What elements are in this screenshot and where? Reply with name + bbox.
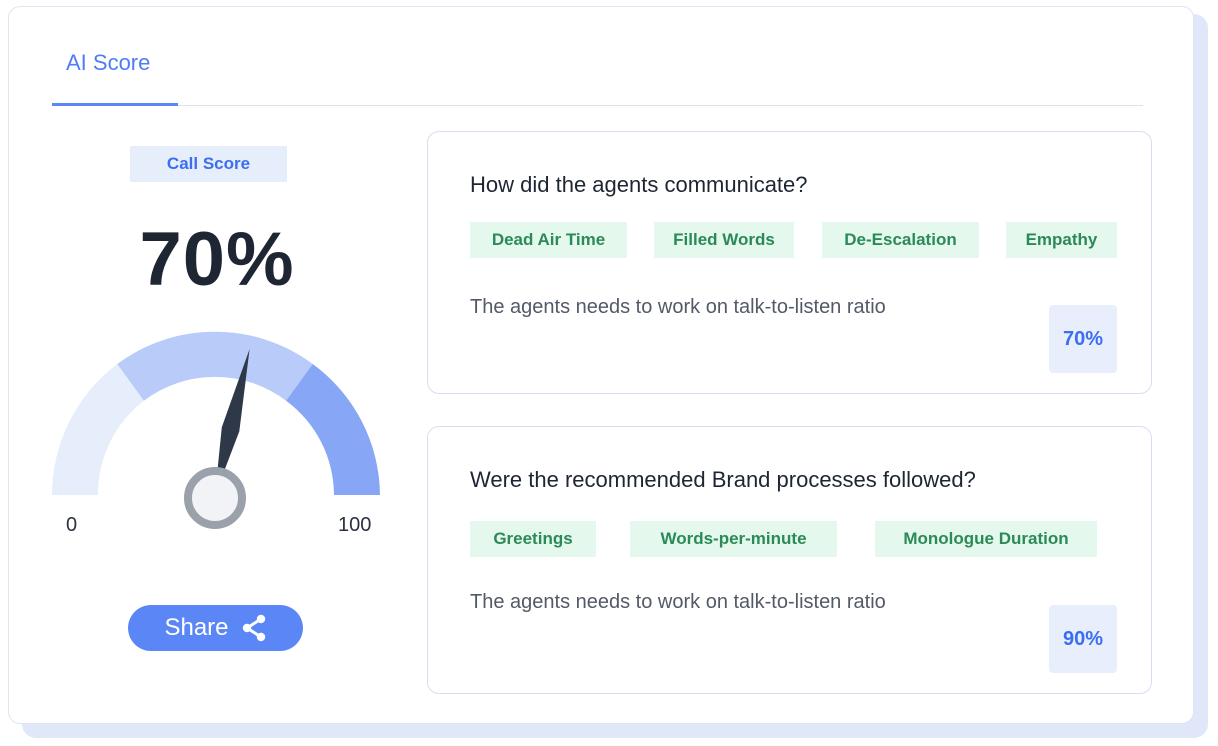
gauge-min-label: 0 <box>66 514 78 536</box>
tab-active-underline <box>52 103 178 106</box>
panel-score: 70% <box>1049 305 1117 373</box>
brand-process-panel: Were the recommended Brand processes fol… <box>427 426 1152 694</box>
tag-empathy[interactable]: Empathy <box>1006 222 1117 258</box>
gauge-segment-low <box>51 364 144 495</box>
panel-note: The agents needs to work on talk-to-list… <box>470 591 886 613</box>
panel-title: Were the recommended Brand processes fol… <box>470 467 976 492</box>
tag-monologue-duration[interactable]: Monologue Duration <box>875 521 1097 557</box>
panel-title: How did the agents communicate? <box>470 172 808 197</box>
share-button-label: Share <box>164 614 229 641</box>
panel-note: The agents needs to work on talk-to-list… <box>470 296 886 318</box>
panel-score: 90% <box>1049 605 1117 673</box>
call-score-badge: Call Score <box>130 146 287 182</box>
tag-words-per-minute[interactable]: Words-per-minute <box>630 521 837 557</box>
tab-label: AI Score <box>66 50 151 75</box>
gauge-segment-mid <box>117 331 313 401</box>
tag-filled-words[interactable]: Filled Words <box>654 222 794 258</box>
tab-divider <box>178 105 1143 106</box>
gauge-max-label: 100 <box>338 514 372 536</box>
gauge-segment-high <box>286 364 380 495</box>
share-icon <box>242 614 265 642</box>
call-score-value: 70% <box>139 217 295 302</box>
tab-ai-score[interactable]: AI Score <box>52 46 178 106</box>
tag-de-escalation[interactable]: De-Escalation <box>822 222 979 258</box>
share-button[interactable]: Share <box>128 605 303 651</box>
communication-panel: How did the agents communicate? Dead Air… <box>427 131 1152 394</box>
tag-greetings[interactable]: Greetings <box>470 521 596 557</box>
gauge-hub <box>184 467 246 529</box>
tag-dead-air-time[interactable]: Dead Air Time <box>470 222 627 258</box>
